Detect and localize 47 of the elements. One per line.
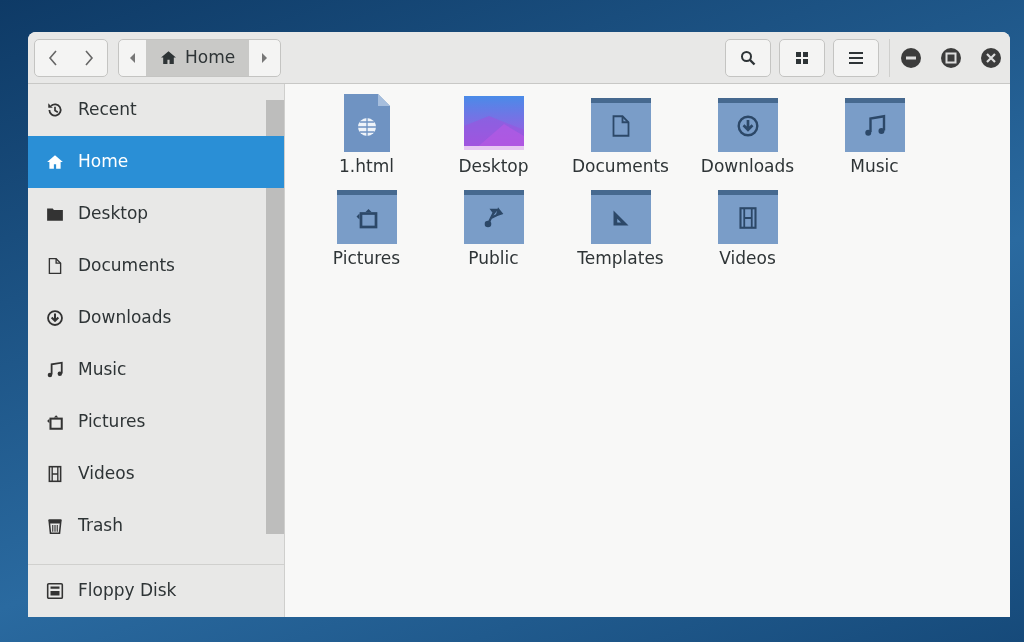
- grid-icon: [796, 51, 808, 64]
- document-icon: [46, 257, 64, 275]
- file-name: 1.html: [339, 155, 394, 178]
- maximize-icon: [940, 46, 962, 69]
- sidebar-item[interactable]: Home: [28, 136, 284, 188]
- file-name: Public: [468, 246, 519, 270]
- file-name: Documents: [572, 155, 669, 178]
- home-icon: [160, 49, 177, 66]
- minimize-button[interactable]: [900, 46, 922, 69]
- sidebar-item[interactable]: Desktop: [28, 188, 266, 240]
- search-button[interactable]: [725, 38, 771, 77]
- chevron-left-icon: [47, 49, 59, 66]
- recent-icon: [46, 101, 64, 119]
- close-button[interactable]: [980, 46, 1002, 69]
- file-name: Desktop: [458, 155, 529, 178]
- menu-button[interactable]: [833, 38, 879, 77]
- triangle-left-icon: [129, 51, 136, 64]
- folder-icon: [46, 205, 64, 223]
- download-icon: [46, 309, 64, 327]
- minimize-icon: [900, 46, 922, 69]
- home-icon: [46, 153, 64, 171]
- file-name: Pictures: [332, 246, 401, 270]
- sidebar-item[interactable]: Music: [28, 344, 266, 396]
- film-icon: [46, 465, 64, 483]
- sidebar-item[interactable]: Videos: [28, 448, 266, 500]
- html-file-icon: [341, 94, 392, 152]
- menu-icon: [849, 51, 863, 64]
- sidebar-item[interactable]: Downloads: [28, 292, 266, 344]
- sidebar-item[interactable]: Floppy Disk: [28, 565, 266, 617]
- file-name: Music: [850, 155, 899, 178]
- close-icon: [980, 46, 1002, 69]
- sidebar-item[interactable]: Pictures: [28, 396, 266, 448]
- sidebar-item[interactable]: Trash: [28, 500, 266, 552]
- file-name: Downloads: [700, 155, 795, 178]
- maximize-button[interactable]: [940, 46, 962, 69]
- grid-view-button[interactable]: [779, 38, 825, 77]
- chevron-right-icon: [83, 49, 95, 66]
- file-name: Videos: [719, 246, 776, 270]
- file-name: Templates: [577, 246, 664, 270]
- triangle-right-icon: [261, 51, 269, 64]
- trash-icon: [46, 517, 64, 535]
- music-icon: [46, 361, 64, 379]
- path-crumb[interactable]: Home: [146, 39, 250, 76]
- search-icon: [740, 49, 756, 66]
- pictures-icon: [46, 413, 64, 431]
- sidebar-item[interactable]: Documents: [28, 240, 266, 292]
- sidebar-item[interactable]: Recent: [28, 84, 266, 136]
